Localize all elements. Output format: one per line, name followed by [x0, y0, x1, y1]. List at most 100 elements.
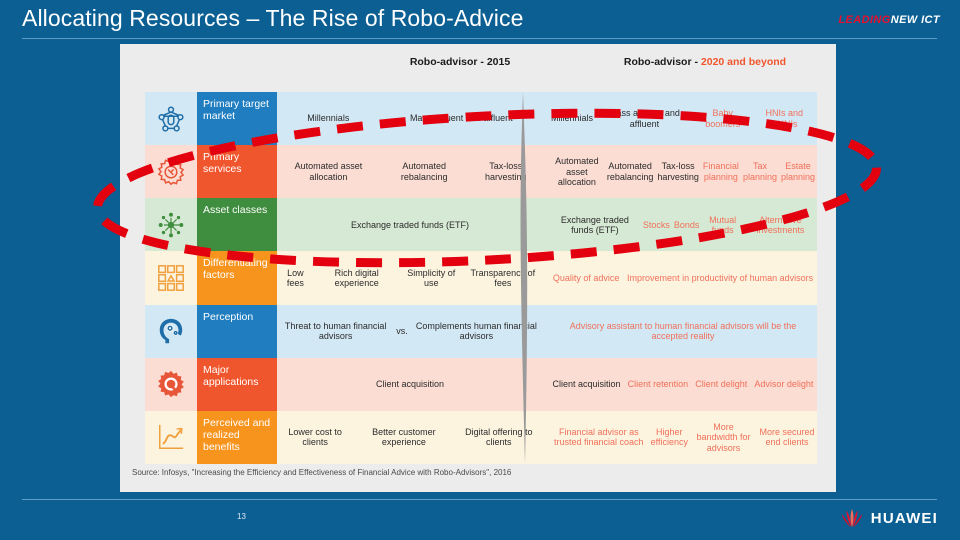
brain-gears-icon	[145, 305, 197, 358]
pane-left: Automated asset allocation Automated reba…	[277, 145, 543, 198]
brand-tagline: LEADINGNEW ICT	[838, 14, 940, 26]
column-header-2015-prefix: Robo-advisor -	[409, 56, 487, 68]
matrix-cell: Mass affluent and affluent	[409, 113, 513, 124]
matrix-cell: Tax planning	[742, 161, 777, 182]
matrix-cell: Baby boomers	[705, 108, 741, 129]
matrix-cell: Lower cost to clients	[288, 427, 342, 448]
matrix-cell: Automated asset allocation	[294, 161, 363, 182]
row-label: Primary services	[197, 145, 277, 199]
content-card: Robo-advisor - 2015 Robo-advisor - 2020 …	[120, 44, 836, 492]
matrix-cell: More bandwidth for advisors	[696, 421, 751, 453]
column-header-2020-prefix: Robo-advisor -	[623, 56, 701, 68]
asset-molecule-icon	[145, 198, 197, 251]
matrix-cell: vs.	[396, 325, 408, 336]
matrix-cell: Millennials	[551, 113, 594, 124]
matrix-cell: Financial planning	[702, 161, 739, 182]
matrix-cell: Millennials	[307, 113, 350, 124]
row-label: Perceived and realized benefits	[197, 410, 277, 464]
pane-left: Exchange traded funds (ETF)	[277, 198, 543, 251]
pane-right: Advisory assistant to human financial ad…	[549, 305, 817, 358]
pane-right: Automated asset allocation Automated reba…	[549, 145, 817, 198]
matrix-row: Major applications Client acquisition Clie…	[145, 357, 817, 411]
matrix-cell: Client retention	[627, 379, 689, 390]
matrix-cell: Mass affluent and affluent	[609, 108, 680, 129]
row-label: Differentiating factors	[197, 251, 277, 305]
matrix-cell: Exchange traded funds (ETF)	[560, 214, 629, 235]
grid-blocks-icon	[145, 251, 197, 304]
brand-leading-text: LEADING	[838, 14, 891, 26]
matrix-cell: Rich digital experience	[334, 267, 379, 288]
matrix-cell: Client acquisition	[375, 379, 445, 390]
matrix-cell: Transparency of fees	[470, 267, 536, 288]
matrix-row: Primary target market Millennials Mass aff…	[145, 92, 817, 146]
matrix-cell: Client acquisition	[552, 379, 621, 390]
pane-left: Threat to human financial advisors vs. Com…	[277, 305, 543, 358]
pane-right: Quality of advice Improvement in producti…	[549, 251, 817, 304]
matrix-container: Robo-advisor - 2015 Robo-advisor - 2020 …	[120, 44, 836, 492]
matrix-cell: Mutual funds	[709, 214, 737, 235]
pane-left: Low fees Rich digital experience Simplicit…	[277, 251, 543, 304]
matrix-cell: Automated rebalancing	[606, 161, 654, 182]
matrix-cell: Tax-loss harvesting	[485, 161, 527, 182]
row-label: Asset classes	[197, 198, 277, 252]
huawei-logo: HUAWEI	[839, 508, 938, 528]
matrix-cell: Higher efficiency	[650, 427, 688, 448]
pane-right: Client acquisition Client retention Client…	[549, 358, 817, 411]
matrix-cell: Simplicity of use	[407, 267, 456, 288]
comparison-matrix: Primary target market Millennials Mass aff…	[145, 92, 817, 464]
huawei-logo-text: HUAWEI	[870, 509, 938, 527]
matrix-cell: Tax-loss harvesting	[657, 161, 699, 182]
matrix-cell: Threat to human financial advisors	[284, 320, 387, 342]
matrix-cell: Advisor delight	[754, 379, 814, 390]
row-label: Major applications	[197, 357, 277, 411]
matrix-cell: Automated asset allocation	[555, 156, 599, 187]
matrix-cell: Quality of advice	[552, 272, 620, 283]
matrix-cell: Digital offering to clients	[465, 427, 533, 448]
slide-canvas: Allocating Resources – The Rise of Robo-…	[0, 0, 960, 540]
page-number: 13	[237, 512, 246, 521]
matrix-cell: Client delight	[695, 379, 748, 390]
pane-left: Millennials Mass affluent and affluent	[277, 92, 543, 145]
pane-right: Millennials Mass affluent and affluent Bab…	[549, 92, 817, 145]
pane-right: Financial advisor as trusted financial c…	[549, 411, 817, 464]
footer-divider	[22, 499, 937, 500]
matrix-cell: Advisory assistant to human financial ad…	[569, 320, 797, 342]
matrix-cell: Low fees	[286, 267, 304, 288]
network-people-icon	[145, 92, 197, 145]
matrix-cell: Automated rebalancing	[400, 161, 448, 182]
column-header-2020: Robo-advisor - 2020 and beyond	[590, 56, 820, 68]
matrix-cell: Alternative investments	[756, 214, 805, 235]
pane-left: Lower cost to clients Better customer exp…	[277, 411, 543, 464]
gear-wrench-icon	[145, 358, 197, 411]
matrix-cell: Exchange traded funds (ETF)	[350, 219, 470, 230]
column-header-2020-period: 2020 and beyond	[700, 56, 787, 68]
matrix-cell: Bonds	[673, 219, 700, 230]
matrix-cell: Better customer experience	[372, 427, 436, 448]
matrix-cell: Stocks	[642, 219, 670, 230]
matrix-cell: Financial advisor as trusted financial c…	[554, 427, 644, 448]
column-header-2015: Robo-advisor - 2015	[370, 56, 550, 68]
matrix-row: Differentiating factors Low fees Rich digi…	[145, 251, 817, 305]
matrix-cell: More secured end clients	[759, 427, 815, 448]
row-label: Primary target market	[197, 92, 277, 146]
growth-chart-icon	[145, 411, 197, 464]
column-header-2015-period: 2015	[486, 56, 511, 68]
matrix-row: Perceived and realized benefits Lower cos…	[145, 410, 817, 464]
matrix-cell: Improvement in productivity of human adv…	[627, 272, 814, 283]
matrix-cell: HNIs and UHNIs	[765, 108, 804, 129]
slide-header: Allocating Resources – The Rise of Robo-…	[0, 0, 960, 44]
gear-tools-icon	[145, 145, 197, 198]
pane-left: Client acquisition	[277, 358, 543, 411]
matrix-row: Perception Threat to human financial advi…	[145, 304, 817, 358]
source-citation: Source: Infosys, "Increasing the Efficie…	[132, 468, 512, 477]
matrix-cell: Estate planning	[780, 161, 815, 182]
matrix-row: Primary services Automated asset allocati…	[145, 145, 817, 199]
matrix-cell: Complements human financial advisors	[415, 320, 537, 342]
page-title: Allocating Resources – The Rise of Robo-…	[22, 5, 524, 31]
matrix-row: Asset classes Exchange traded funds (ETF)…	[145, 198, 817, 252]
brand-newict-text: NEW ICT	[890, 14, 940, 26]
header-divider	[22, 38, 937, 39]
pane-right: Exchange traded funds (ETF) Stocks Bonds Mu…	[549, 198, 817, 251]
row-label: Perception	[197, 304, 277, 358]
huawei-petals-icon	[841, 509, 863, 528]
